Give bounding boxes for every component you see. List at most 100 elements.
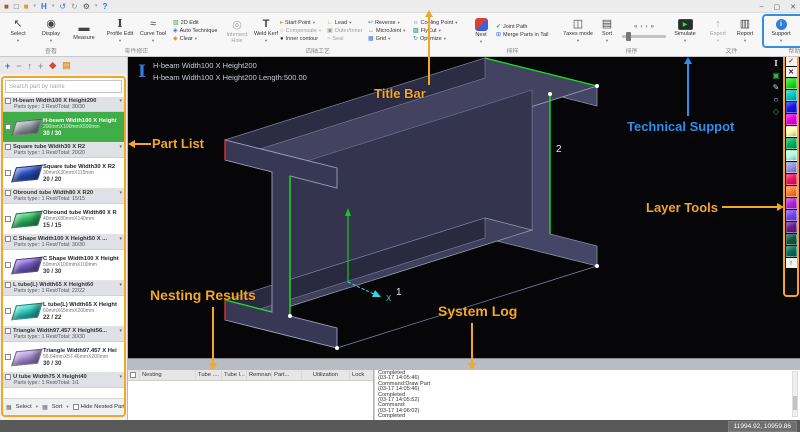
column-header[interactable]: Nesting xyxy=(140,370,196,380)
export-button[interactable]: ↑ Export ▾ xyxy=(705,14,731,48)
column-header[interactable]: Remnant xyxy=(247,370,272,380)
sort-menu-button[interactable]: Sort xyxy=(52,404,63,410)
layer-color-swatch[interactable] xyxy=(786,138,797,149)
part-list-item[interactable]: C Shape Width100 X Height 50mmX100mmX100… xyxy=(3,250,124,281)
layer-check-icon[interactable]: ✓ xyxy=(786,56,797,66)
layer-up-arrow-icon[interactable]: ↑ xyxy=(786,258,797,268)
skip-start-button[interactable]: « xyxy=(634,24,637,30)
layer-color-swatch[interactable] xyxy=(786,222,797,233)
start-point-button[interactable]: ▸Start Point▾ xyxy=(280,20,326,26)
layer-color-swatch[interactable] xyxy=(786,234,797,245)
layer-color-swatch[interactable] xyxy=(786,126,797,137)
support-button[interactable]: i Support ▾ xyxy=(766,16,796,46)
column-header[interactable]: Tube l... xyxy=(222,370,247,380)
intersect-hole-button[interactable]: ◎ Intersect Hole xyxy=(222,14,252,48)
column-header[interactable]: Lock xyxy=(350,370,373,380)
part-group-header[interactable]: H-beam Width100 X Height200▾ Parts type:… xyxy=(3,97,124,112)
part-list-item[interactable]: Square tube Width30 X R2 30mmX30mmX115mm… xyxy=(3,158,124,189)
ellipse-tool-icon[interactable]: ○ xyxy=(774,95,779,104)
2d-edit-button[interactable]: ▧2D Edit xyxy=(173,20,221,26)
layer-color-swatch[interactable] xyxy=(786,162,797,173)
nest-button[interactable]: Nest ▾ xyxy=(467,14,495,48)
seal-button[interactable]: ~Seal xyxy=(327,36,367,42)
nesting-select-all-checkbox[interactable] xyxy=(130,372,136,378)
report-button[interactable]: ▥ Report ▾ xyxy=(732,14,758,48)
microjoint-button[interactable]: ↔MicroJoint▾ xyxy=(368,28,412,34)
measure-button[interactable]: ▬ Measure xyxy=(68,14,100,48)
layer-color-swatch[interactable] xyxy=(786,114,797,125)
redo-icon[interactable]: ↻ xyxy=(71,2,78,11)
part-group-header[interactable]: Triangle Width97.457 X Height56...▾ Part… xyxy=(3,327,124,342)
column-header[interactable]: Tube .... xyxy=(196,370,222,380)
grid-button[interactable]: ▦Grid▾ xyxy=(368,36,412,42)
caret-icon[interactable]: ▾ xyxy=(52,3,55,9)
column-header[interactable]: Utilization xyxy=(302,370,350,380)
part-group-header[interactable]: U tube Width75 X Height40▾ Parts type:: … xyxy=(3,373,124,388)
optimize-button[interactable]: ↻Optimize▾ xyxy=(413,36,463,42)
select-menu-button[interactable]: Select xyxy=(16,404,32,410)
layer-color-swatch[interactable] xyxy=(786,102,797,113)
chevron-down-icon[interactable]: ▾ xyxy=(119,328,122,334)
maximize-button[interactable]: ▢ xyxy=(774,3,781,11)
undo-icon[interactable]: ↺ xyxy=(59,2,66,11)
measure-tool-icon[interactable]: I xyxy=(774,59,778,68)
part-list-item[interactable]: H-beam Width100 X Height 200mmX100mmX500… xyxy=(3,112,124,143)
profile-edit-button[interactable]: I Profile Edit ▾ xyxy=(104,14,136,48)
chevron-down-icon[interactable]: ▾ xyxy=(119,236,122,242)
part-group-checkbox[interactable] xyxy=(5,328,11,334)
add-part-button[interactable]: + xyxy=(5,61,10,71)
part-checkbox[interactable] xyxy=(5,354,11,360)
step-forward-button[interactable]: › xyxy=(646,24,648,30)
step-back-button[interactable]: ‹ xyxy=(641,24,643,30)
part-list-item[interactable]: Obround tube Width80 X R 40mmX80mmX140mm… xyxy=(3,204,124,235)
layer-color-swatch[interactable] xyxy=(786,186,797,197)
new-file-icon[interactable]: □ xyxy=(14,2,19,11)
outer-inner-button[interactable]: ▣Outer/Inner xyxy=(327,28,367,34)
chevron-down-icon[interactable]: ▾ xyxy=(119,282,122,288)
sort-button[interactable]: ▤ Sort ▾ xyxy=(595,14,619,48)
part-group-header[interactable]: Obround tube Width80 X R20▾ Parts type::… xyxy=(3,189,124,204)
fit-view-icon[interactable]: ▣ xyxy=(772,71,780,80)
part-list-item[interactable]: L tube(L) Width65 X Height 60mmX65mmX200… xyxy=(3,296,124,327)
hide-nested-checkbox[interactable] xyxy=(73,404,79,410)
display-button[interactable]: ◉ Display ▾ xyxy=(35,14,67,48)
layer-close-icon[interactable]: ✕ xyxy=(786,67,797,77)
part-checkbox[interactable] xyxy=(5,124,11,130)
remove-part-button[interactable]: − xyxy=(16,61,21,71)
compensate-button[interactable]: ○Compensate▾ xyxy=(280,28,326,34)
part-group-checkbox[interactable] xyxy=(5,236,11,242)
cooling-point-button[interactable]: ☼Cooling Point▾ xyxy=(413,20,463,26)
help-icon[interactable]: ? xyxy=(102,2,107,11)
joint-path-button[interactable]: ✔Joint Path xyxy=(496,24,558,30)
part-group-header[interactable]: L tube(L) Width65 X Height60▾ Parts type… xyxy=(3,281,124,296)
lead-button[interactable]: ∟Lead▾ xyxy=(327,20,367,26)
log-scrollbar-thumb[interactable] xyxy=(793,396,797,410)
part-group-checkbox[interactable] xyxy=(5,374,11,380)
curve-tool-button[interactable]: ≈ Curve Tool ▾ xyxy=(137,14,169,48)
part-checkbox[interactable] xyxy=(5,170,11,176)
part-group-header[interactable]: C Shape Width100 X Height50 X ...▾ Parts… xyxy=(3,235,124,250)
chevron-down-icon[interactable]: ▾ xyxy=(119,98,122,104)
close-button[interactable]: ✕ xyxy=(790,3,796,11)
inner-contour-button[interactable]: ●Inner contour xyxy=(280,36,326,42)
chevron-down-icon[interactable]: ▾ xyxy=(119,190,122,196)
part-group-checkbox[interactable] xyxy=(5,190,11,196)
system-log-panel[interactable]: Completed (03-17 14:05:46) Command:Draw … xyxy=(374,370,800,420)
nesting-table-body[interactable] xyxy=(128,381,373,420)
layer-color-swatch[interactable] xyxy=(786,210,797,221)
search-input[interactable] xyxy=(5,80,122,93)
chevron-down-icon[interactable]: ▾ xyxy=(119,144,122,150)
simulation-speed-slider[interactable] xyxy=(622,35,666,38)
layer-color-swatch[interactable] xyxy=(786,246,797,257)
open-file-icon[interactable]: ■ xyxy=(24,2,29,11)
part-list-item[interactable]: Triangle Width97.457 X Hei 56.64mmX57.46… xyxy=(3,342,124,373)
panel-splitter[interactable] xyxy=(128,358,800,370)
7axes-mode-button[interactable]: ◫ 7axes mode ▾ xyxy=(562,14,594,48)
part-group-header[interactable]: Square tube Width30 X R2▾ Parts type:: 1… xyxy=(3,143,124,158)
simulate-button[interactable]: ▶ Simulate ▾ xyxy=(669,14,701,48)
brush-tool-icon[interactable]: ◇ xyxy=(773,107,779,116)
skip-end-button[interactable]: » xyxy=(651,24,654,30)
part-checkbox[interactable] xyxy=(5,308,11,314)
caret-icon[interactable]: ▾ xyxy=(34,3,37,9)
part-checkbox[interactable] xyxy=(5,262,11,268)
